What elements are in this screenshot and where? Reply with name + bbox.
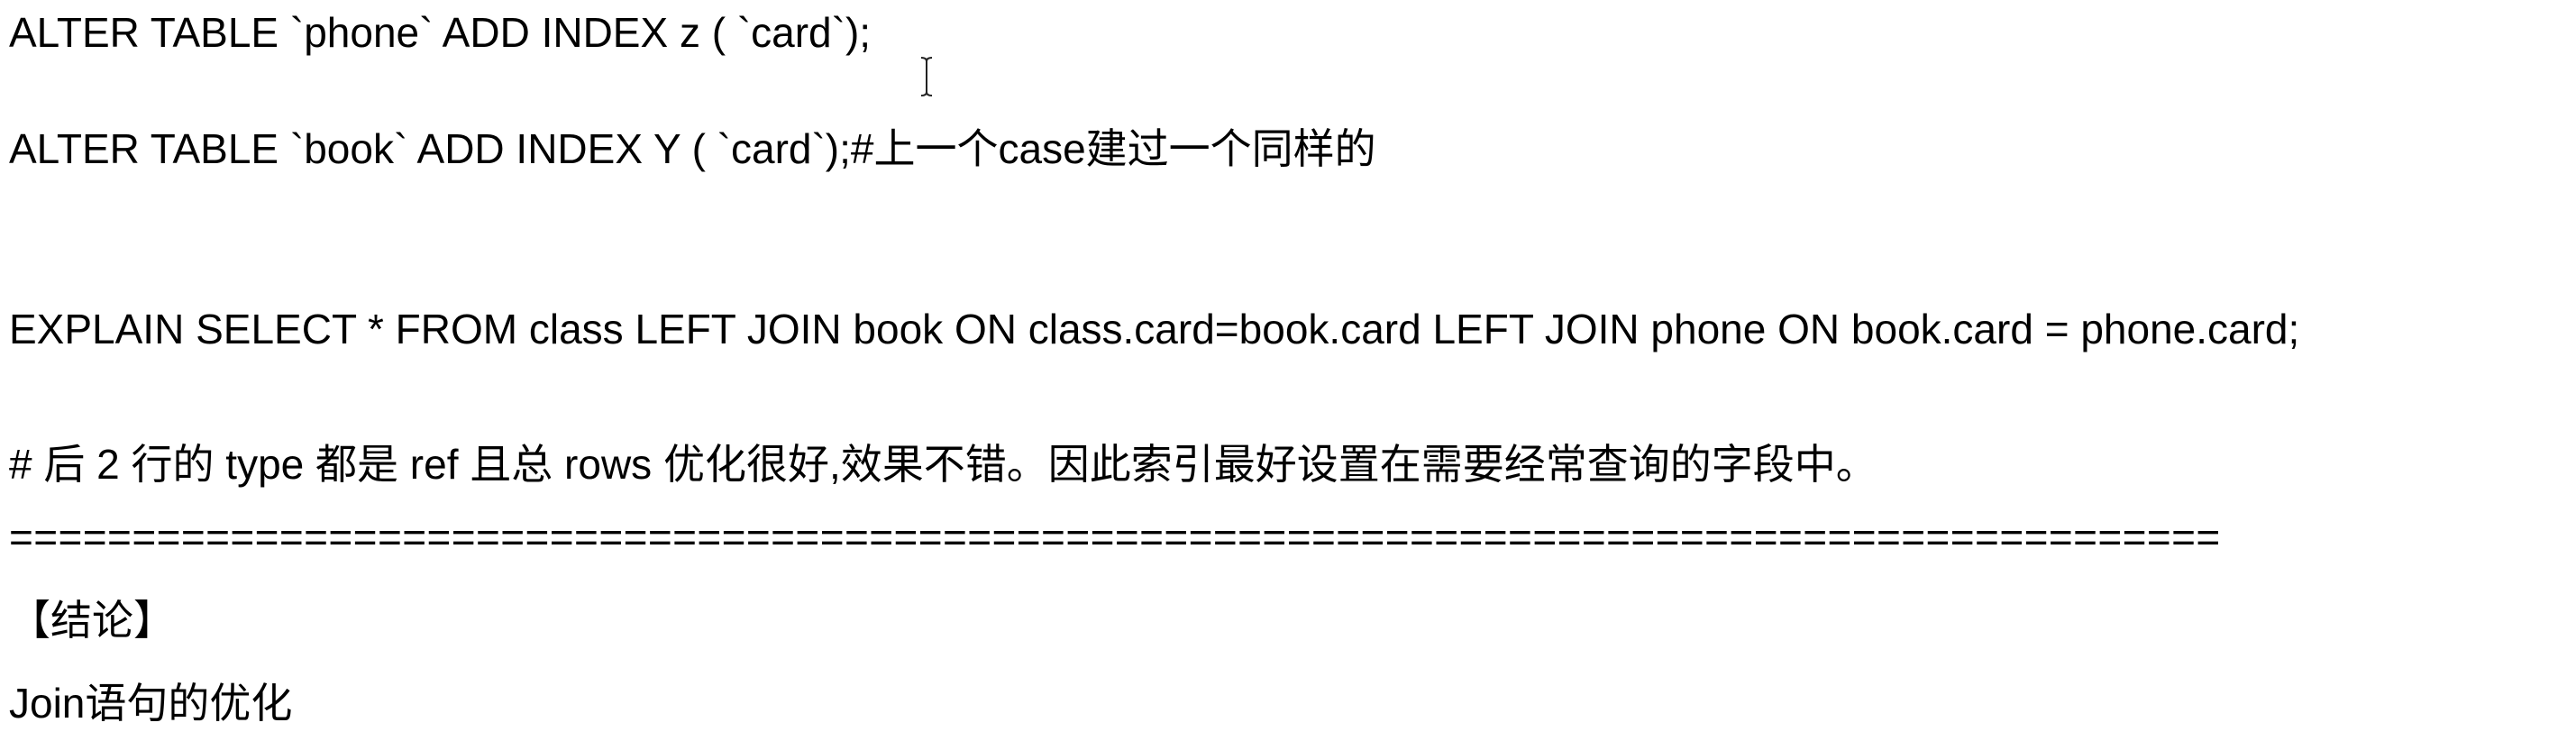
sql-explain-line: EXPLAIN SELECT * FROM class LEFT JOIN bo… [9, 306, 2300, 352]
sql-alter-book-line: ALTER TABLE `book` ADD INDEX Y ( `card`)… [9, 125, 1376, 172]
sql-alter-phone-line: ALTER TABLE `phone` ADD INDEX z ( `card`… [9, 9, 872, 56]
join-optimization-heading: Join语句的优化 [9, 680, 293, 727]
separator-line: ========================================… [9, 514, 2221, 561]
document-page: ALTER TABLE `phone` ADD INDEX z ( `card`… [0, 0, 2576, 741]
comment-line: # 后 2 行的 type 都是 ref 且总 rows 优化很好,效果不错。因… [9, 441, 1877, 488]
text-cursor-icon [920, 57, 933, 96]
conclusion-heading: 【结论】 [9, 597, 175, 644]
